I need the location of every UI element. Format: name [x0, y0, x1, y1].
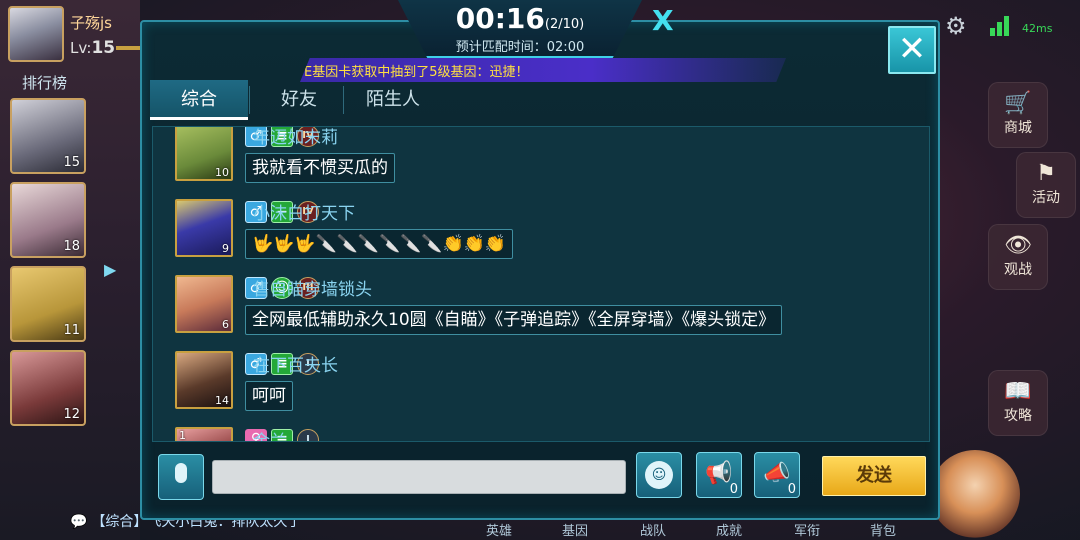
announcement-banner: E基因卡获取中抽到了5级基因：迅捷！ — [300, 58, 786, 82]
message-text: 🤟🤟🤟🔪🔪🔪🔪🔪🔪👏👏👏 — [245, 229, 514, 259]
message-avatar[interactable]: 14 — [175, 351, 233, 409]
rank-item-level: 18 — [63, 239, 80, 254]
match-eta: 预计匹配时间：02:00 — [398, 36, 642, 55]
spectate-button[interactable]: 👁 观战 — [988, 224, 1048, 290]
chat-bubble-icon: 💬 — [70, 514, 88, 530]
rank-item-level: 12 — [63, 407, 80, 422]
rank-item-level: 11 — [63, 323, 80, 338]
smiley-face-icon: ☺ — [645, 461, 673, 489]
message-level: 14 — [215, 394, 229, 407]
message-nickname[interactable]: 年迈如末莉 — [253, 127, 338, 148]
message-nickname[interactable]: 在下百夫长 — [253, 351, 338, 376]
nav-achievements[interactable]: 成就 — [716, 520, 742, 539]
chat-message: 1 ♀ ≡ I 余兰 — [175, 427, 915, 442]
message-level: 1 — [179, 429, 186, 442]
rank-item[interactable]: 11 — [10, 266, 86, 342]
big-horn-count: 0 — [787, 482, 796, 497]
guide-label: 攻略 — [1004, 408, 1032, 424]
big-horn-button[interactable]: 📣 0 — [754, 452, 800, 498]
rank-board-title[interactable]: 排行榜 — [22, 72, 67, 93]
eye-icon: 👁 — [1004, 233, 1032, 258]
message-level: 10 — [215, 166, 229, 179]
activity-label: 活动 — [1032, 190, 1060, 206]
message-avatar[interactable]: 10 — [175, 127, 233, 181]
small-horn-icon: 📢 — [705, 461, 733, 486]
book-icon: 📖 — [1004, 379, 1032, 404]
activity-button[interactable]: ⚑ 活动 — [1016, 152, 1076, 218]
rank-item-level: 15 — [63, 155, 80, 170]
player-level: Lv:15 — [70, 38, 115, 58]
tab-strangers[interactable]: 陌生人 — [344, 80, 442, 120]
chat-input[interactable] — [212, 460, 626, 494]
cart-icon: 🛒 — [1004, 91, 1032, 116]
message-level: 9 — [222, 242, 229, 255]
player-avatar[interactable] — [8, 6, 64, 62]
eta-time: 02:00 — [546, 40, 585, 55]
chat-message: 14 ♂ ≡ I 在下百夫长 呵呵 — [175, 351, 915, 421]
message-avatar[interactable]: 9 — [175, 199, 233, 257]
voice-input-button[interactable] — [158, 454, 204, 500]
chat-message: 6 ♂ ☺ III 售自瞄穿墙锁头 全网最低辅助永久10圆《自瞄》《子弹追踪》《… — [175, 275, 915, 345]
eta-label: 预计匹配时间： — [455, 40, 547, 55]
guide-button[interactable]: 📖 攻略 — [988, 370, 1048, 436]
microphone-icon — [175, 463, 187, 483]
level-value: 15 — [91, 38, 116, 58]
message-text: 呵呵 — [245, 381, 293, 411]
emoji-button[interactable]: ☺ — [636, 452, 682, 498]
message-avatar[interactable]: 6 — [175, 275, 233, 333]
player-profile[interactable]: 子殇js Lv:15 — [8, 6, 148, 64]
match-timer: 00:16(2/10) — [398, 2, 642, 35]
tier-badge-icon: I — [297, 429, 319, 441]
bottom-nav: 英雄 基因 战队 成就 军衔 背包 — [470, 520, 930, 540]
shop-button[interactable]: 🛒 商城 — [988, 82, 1048, 148]
hero-portrait[interactable] — [930, 450, 1020, 538]
nav-rank[interactable]: 军衔 — [794, 520, 820, 539]
message-level: 6 — [222, 318, 229, 331]
player-name: 子殇js — [70, 14, 112, 32]
small-horn-count: 0 — [729, 482, 738, 497]
small-horn-button[interactable]: 📢 0 — [696, 452, 742, 498]
shop-label: 商城 — [1004, 120, 1032, 136]
nav-bag[interactable]: 背包 — [870, 520, 896, 539]
tab-friends[interactable]: 好友 — [250, 80, 348, 120]
chat-message: 10 ♂ ≡ IV 年迈如末莉 我就看不惯买瓜的 — [175, 127, 915, 193]
nav-heroes[interactable]: 英雄 — [486, 520, 512, 539]
chat-message: 9 ♂ − IV 小沫白打天下 🤟🤟🤟🔪🔪🔪🔪🔪🔪👏👏👏 — [175, 199, 915, 269]
close-chat-button[interactable]: ✕ — [888, 26, 936, 74]
rank-item[interactable]: 12 — [10, 350, 86, 426]
send-button[interactable]: 发送 — [822, 456, 926, 496]
message-nickname[interactable]: 小沫白打天下 — [253, 199, 355, 224]
rank-board-list: 15 18 11 12 — [10, 98, 90, 434]
message-nickname[interactable]: 售自瞄穿墙锁头 — [253, 275, 372, 300]
flag-icon: ⚑ — [1036, 161, 1056, 186]
match-player-count: (2/10) — [544, 17, 585, 32]
expand-arrow-icon[interactable]: ▶ — [104, 260, 116, 279]
match-timer-value: 00:16 — [455, 2, 545, 35]
spectate-label: 观战 — [1004, 262, 1032, 278]
tab-all[interactable]: 综合 — [150, 80, 248, 120]
message-text: 我就看不惯买瓜的 — [245, 153, 395, 183]
rank-item[interactable]: 15 — [10, 98, 86, 174]
message-text: 全网最低辅助永久10圆《自瞄》《子弹追踪》《全屏穿墙》《爆头锁定》 — [245, 305, 783, 335]
match-timer-plate: 00:16(2/10) 预计匹配时间：02:00 — [398, 0, 642, 58]
message-avatar[interactable]: 1 — [175, 427, 233, 442]
message-list[interactable]: 10 ♂ ≡ IV 年迈如末莉 我就看不惯买瓜的 9 ♂ − IV 小沫白打天下… — [152, 126, 930, 442]
message-nickname[interactable]: 余兰 — [253, 427, 287, 441]
nav-genes[interactable]: 基因 — [562, 520, 588, 539]
cancel-match-icon[interactable]: X — [652, 4, 674, 37]
level-label: Lv: — [70, 39, 92, 57]
nav-team[interactable]: 战队 — [640, 520, 666, 539]
big-horn-icon: 📣 — [763, 461, 791, 486]
rank-item[interactable]: 18 — [10, 182, 86, 258]
